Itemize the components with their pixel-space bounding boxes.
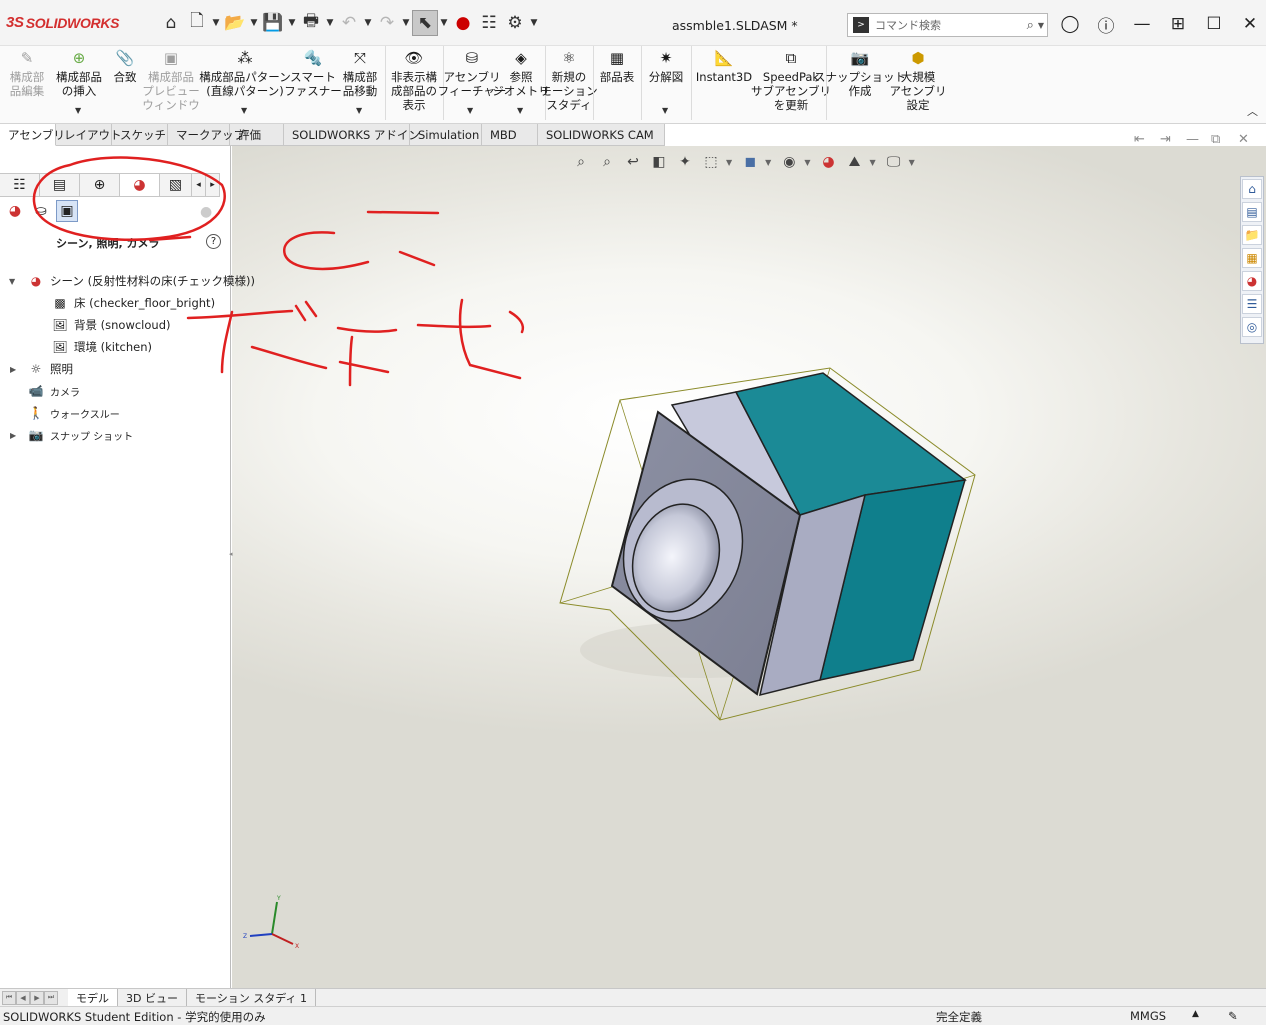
last-tab-icon[interactable]: ⏭	[44, 990, 58, 1005]
tree-item-scene[interactable]: ▼ ◕ シーン (反射性材料の床(チェック模様))	[0, 270, 255, 292]
triad-y-axis	[271, 901, 278, 935]
tree-item-label: ウォークスルー	[50, 409, 120, 421]
featuremanager-tab-icon[interactable]: ☷	[0, 173, 40, 197]
tab-nav-buttons: ⏮ ◀ ▶ ⏭	[2, 990, 58, 1005]
tree-item-lights[interactable]: ▶ ☼ 照明	[0, 358, 231, 380]
background-icon: 🖼	[52, 318, 68, 332]
panel-title: シーン, 照明, カメラ	[56, 237, 160, 250]
display-manager-subtabs: ◕ ⛀ ▣	[4, 200, 78, 222]
reference-triad: Y X Z	[243, 895, 299, 950]
status-definition: 完全定義	[936, 1010, 982, 1024]
configurationmanager-tab-icon[interactable]: ⊕	[80, 173, 120, 197]
tabs-scroll-left-icon[interactable]: ◂	[192, 173, 206, 197]
tree-item-label: 背景 (snowcloud)	[74, 318, 171, 332]
tree-item-label: カメラ	[50, 387, 80, 399]
quick-tips-icon[interactable]: ✎	[1228, 1009, 1238, 1023]
next-tab-icon[interactable]: ▶	[30, 990, 44, 1005]
scene-icon: ◕	[30, 274, 42, 288]
solidworks-window: 3S SOLIDWORKS ⌂ 🗋 ▼ 📂 ▼ 💾 ▼ 🖶 ▼ ↶ ▼ ↷ ▼ …	[0, 0, 1266, 1025]
panel-help-icon[interactable]: ?	[206, 234, 221, 249]
display-manager-panel: ☷ ▤ ⊕ ◕ ▧ ◂ ▸ ◕ ⛀ ▣ ● シーン, 照明, カメラ ? ▼ ◕…	[0, 146, 255, 988]
scene-lights-cameras-subtab-icon[interactable]: ▣	[56, 200, 78, 222]
tree-item-background[interactable]: 🖼 背景 (snowcloud)	[0, 314, 231, 336]
tree-item-label: 床 (checker_floor_bright)	[74, 296, 216, 310]
scene-tree: ▼ ◕ シーン (反射性材料の床(チェック模様)) ▩ 床 (checker_f…	[0, 270, 255, 446]
environment-icon: 🖼	[52, 340, 68, 354]
triad-y-label: Y	[276, 895, 281, 902]
prev-tab-icon[interactable]: ◀	[16, 990, 30, 1005]
status-units[interactable]: MMGS	[1130, 1009, 1166, 1023]
manager-tabs: ☷ ▤ ⊕ ◕ ▧ ◂ ▸	[0, 172, 231, 198]
tree-item-walkthrough[interactable]: 🚶 ウォークスルー	[0, 402, 231, 424]
status-bar: SOLIDWORKS Student Edition - 学究的使用のみ 完全定…	[0, 1006, 1266, 1025]
triad-x-axis	[271, 933, 294, 945]
expand-arrow-icon[interactable]: ▶	[10, 431, 16, 440]
triad-z-axis	[249, 933, 273, 937]
render-tools-icon[interactable]: ●	[200, 204, 212, 220]
first-tab-icon[interactable]: ⏮	[2, 990, 16, 1005]
collapse-arrow-icon[interactable]: ▼	[9, 277, 15, 286]
propertymanager-tab-icon[interactable]: ▤	[40, 173, 80, 197]
tab-3d-views[interactable]: 3D ビュー	[118, 989, 187, 1006]
panel-splitter-handle[interactable]: ◂	[229, 550, 233, 558]
appearances-subtab-icon[interactable]: ◕	[4, 200, 26, 222]
tree-item-snapshots[interactable]: ▶ 📷 スナップ ショット	[0, 424, 231, 446]
tree-item-environment[interactable]: 🖼 環境 (kitchen)	[0, 336, 231, 358]
tab-model[interactable]: モデル	[68, 989, 118, 1006]
expand-arrow-icon[interactable]: ▶	[10, 365, 16, 374]
tabs-scroll-right-icon[interactable]: ▸	[206, 173, 220, 197]
cam-tab-icon[interactable]: ▧	[160, 173, 192, 197]
floor-icon: ▩	[54, 296, 66, 310]
camera-icon: 📹	[28, 384, 44, 398]
snapshot-folder-icon: 📷	[28, 428, 44, 442]
walkthrough-icon: 🚶	[28, 406, 44, 420]
triad-z-label: Z	[243, 933, 247, 940]
tree-item-label: 環境 (kitchen)	[74, 340, 152, 354]
tree-item-label: スナップ ショット	[50, 431, 134, 443]
displaymanager-tab-icon[interactable]: ◕	[120, 173, 160, 197]
tab-motion-study-1[interactable]: モーション スタディ 1	[187, 989, 316, 1006]
tree-item-label: シーン (反射性材料の床(チェック模様))	[50, 274, 256, 288]
bottom-tab-bar: ⏮ ◀ ▶ ⏭ モデル 3D ビュー モーション スタディ 1	[0, 988, 1266, 1006]
triad-x-label: X	[295, 943, 299, 950]
tree-item-cameras[interactable]: 📹 カメラ	[0, 380, 231, 402]
units-dropdown-icon[interactable]: ▲	[1192, 1009, 1199, 1019]
decals-subtab-icon[interactable]: ⛀	[30, 200, 52, 222]
lights-icon: ☼	[30, 362, 42, 376]
status-edition-text: SOLIDWORKS Student Edition - 学究的使用のみ	[3, 1010, 266, 1024]
tree-item-label: 照明	[50, 362, 73, 376]
tree-item-floor[interactable]: ▩ 床 (checker_floor_bright)	[0, 292, 231, 314]
